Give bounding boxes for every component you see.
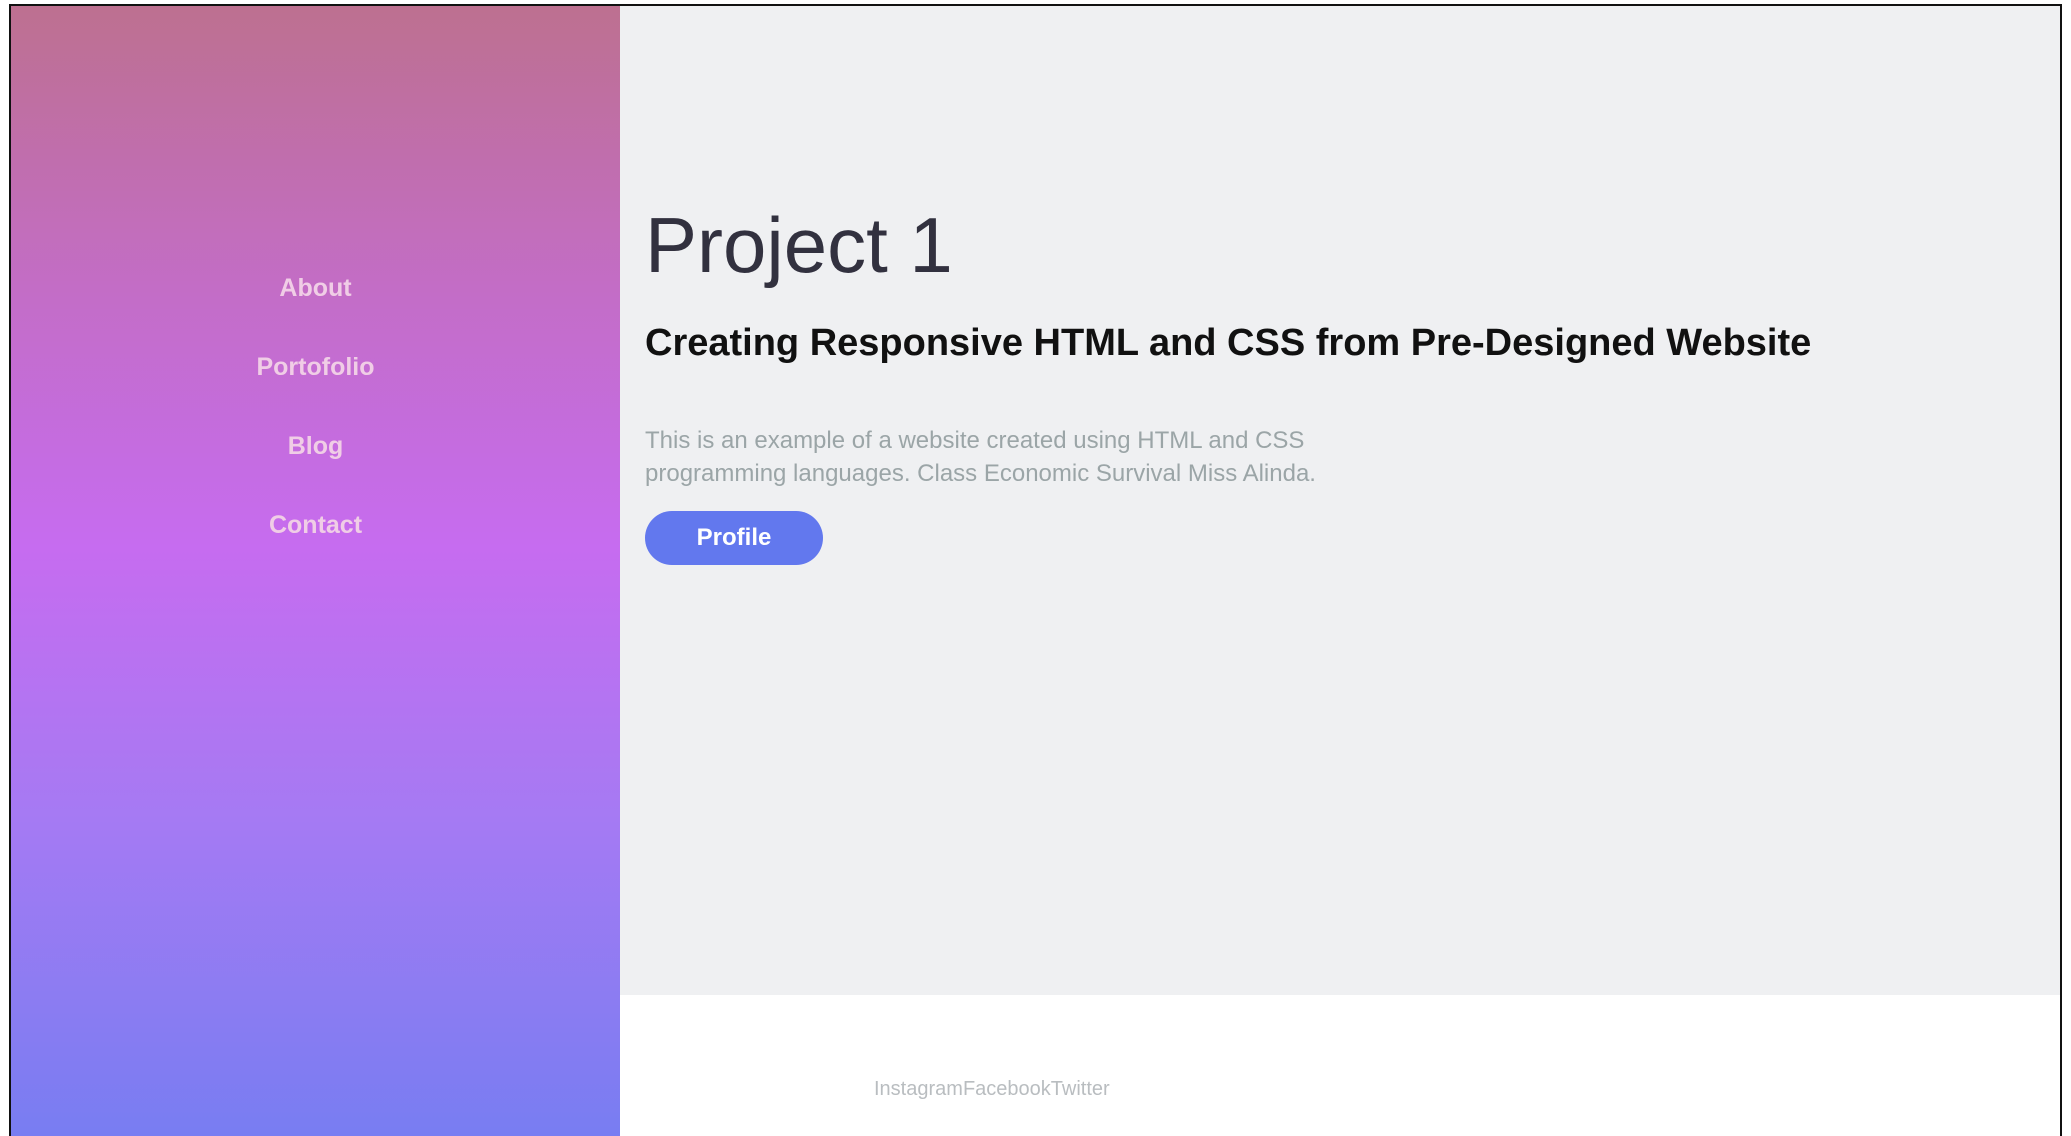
page-description: This is an example of a website created … xyxy=(645,427,1316,487)
social-link-instagram[interactable]: Instagram xyxy=(874,1079,963,1099)
nav-link-blog[interactable]: Blog xyxy=(288,434,344,459)
main-content: Project 1 Creating Responsive HTML and C… xyxy=(620,6,2060,995)
sidebar-nav: About Portofolio Blog Contact xyxy=(11,276,620,538)
page-title: Project 1 xyxy=(645,201,953,289)
nav-link-about[interactable]: About xyxy=(279,276,351,301)
sidebar: About Portofolio Blog Contact xyxy=(11,6,620,1136)
page-subtitle: Creating Responsive HTML and CSS from Pr… xyxy=(645,322,1812,364)
footer: Instagram Facebook Twitter xyxy=(620,995,2060,1136)
social-link-twitter[interactable]: Twitter xyxy=(1051,1079,1110,1099)
social-links: Instagram Facebook Twitter xyxy=(874,1079,1110,1099)
nav-link-portofolio[interactable]: Portofolio xyxy=(256,355,374,380)
page-frame: About Portofolio Blog Contact Project 1 … xyxy=(9,4,2062,1136)
nav-link-contact[interactable]: Contact xyxy=(269,513,362,538)
profile-button[interactable]: Profile xyxy=(645,511,823,565)
social-link-facebook[interactable]: Facebook xyxy=(963,1079,1051,1099)
